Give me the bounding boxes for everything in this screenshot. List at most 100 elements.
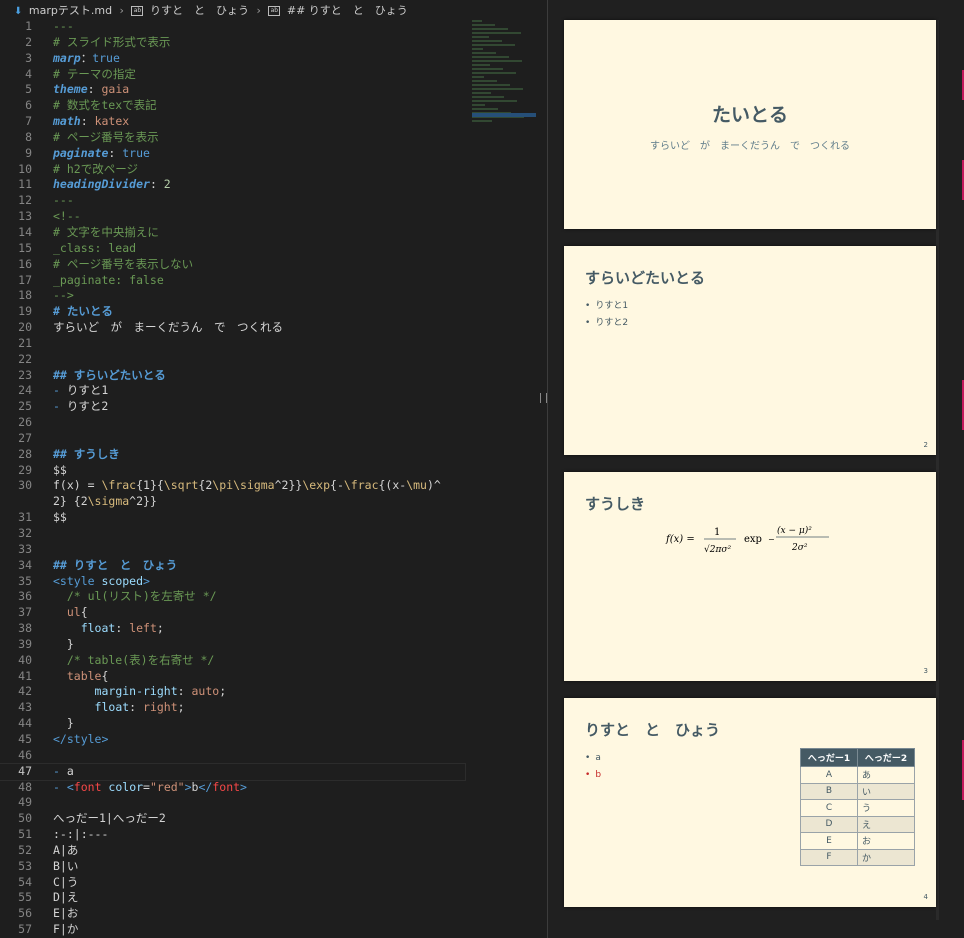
code-line[interactable]: 33	[0, 542, 465, 558]
code-line[interactable]: 23 ## すらいどたいとる	[0, 368, 465, 384]
line-text[interactable]: <style scoped>	[53, 574, 150, 590]
line-text[interactable]: ul{	[53, 605, 88, 621]
line-text[interactable]: -->	[53, 288, 74, 304]
line-text[interactable]: - a	[53, 764, 74, 780]
code-line[interactable]: 48 - <font color="red">b</font>	[0, 780, 465, 796]
code-line[interactable]: 39 }	[0, 637, 465, 653]
code-line[interactable]: 44 }	[0, 716, 465, 732]
code-line[interactable]: 9 paginate: true	[0, 146, 465, 162]
line-text[interactable]: paginate: true	[53, 146, 150, 162]
code-line[interactable]: 52 A|あ	[0, 843, 465, 859]
line-text[interactable]: へっだー1|へっだー2	[53, 811, 166, 827]
slide-3[interactable]: すうしき f(x) = 1 √2πσ² exp − (x − μ)² 2σ² 3	[564, 472, 936, 681]
minimap-slider[interactable]	[472, 113, 536, 117]
code-line[interactable]: 26	[0, 415, 465, 431]
minimap[interactable]	[472, 20, 536, 140]
line-text[interactable]: D|え	[53, 890, 78, 906]
line-text[interactable]: :-:|:---	[53, 827, 108, 843]
code-line[interactable]: 47 - a	[0, 762, 466, 781]
code-line[interactable]: 5 theme: gaia	[0, 82, 465, 98]
line-text[interactable]: # h2で改ページ	[53, 162, 138, 178]
code-line[interactable]: 3 marp：true	[0, 51, 465, 67]
code-line[interactable]: 43 float: right;	[0, 700, 465, 716]
line-text[interactable]: C|う	[53, 875, 78, 891]
code-line[interactable]: 49	[0, 795, 465, 811]
line-text[interactable]: /* table(表)を右寄せ */	[53, 653, 215, 669]
line-text[interactable]: math: katex	[53, 114, 129, 130]
code-line[interactable]: 34 ## りすと と ひょう	[0, 558, 465, 574]
code-line[interactable]: 40 /* table(表)を右寄せ */	[0, 653, 465, 669]
code-line[interactable]: 50 へっだー1|へっだー2	[0, 811, 465, 827]
line-text[interactable]: float: left;	[53, 621, 164, 637]
code-line[interactable]: 1 ---	[0, 19, 465, 35]
line-text[interactable]: table{	[53, 669, 109, 685]
code-line[interactable]: 13 <!--	[0, 209, 465, 225]
code-line[interactable]: 32	[0, 526, 465, 542]
code-line[interactable]: 42 margin-right: auto;	[0, 684, 465, 700]
code-line[interactable]: 2 # スライド形式で表示	[0, 35, 465, 51]
marp-preview[interactable]: たいとる すらいど が まーくだうん で つくれる すらいどたいとる りすと1 …	[548, 0, 964, 938]
line-text[interactable]: margin-right: auto;	[53, 684, 227, 700]
split-handle[interactable]	[540, 393, 547, 403]
code-line[interactable]: 27	[0, 431, 465, 447]
line-text[interactable]: - りすと1	[53, 383, 108, 399]
code-line[interactable]: 7 math: katex	[0, 114, 465, 130]
code-line[interactable]: 55 D|え	[0, 890, 465, 906]
line-text[interactable]: /* ul(リスト)を左寄せ */	[53, 589, 217, 605]
line-text[interactable]: # ページ番号を表示	[53, 130, 159, 146]
code-line[interactable]: 46	[0, 748, 465, 764]
line-text[interactable]: F|か	[53, 922, 78, 938]
line-text[interactable]: <!--	[53, 209, 81, 225]
line-text[interactable]: # たいとる	[53, 304, 113, 320]
code-line[interactable]: 24 - りすと1	[0, 383, 465, 399]
line-text[interactable]: f(x) = \frac{1}{\sqrt{2\pi\sigma^2}}\exp…	[53, 478, 453, 510]
code-line[interactable]: 57 F|か	[0, 922, 465, 938]
line-text[interactable]: E|お	[53, 906, 78, 922]
slide-2[interactable]: すらいどたいとる りすと1 りすと2 2	[564, 246, 936, 455]
code-line[interactable]: 6 # 数式をtexで表記	[0, 98, 465, 114]
code-line[interactable]: 19 # たいとる	[0, 304, 465, 320]
line-text[interactable]: marp：true	[53, 51, 120, 67]
line-text[interactable]: theme: gaia	[53, 82, 129, 98]
code-line[interactable]: 11 headingDivider: 2	[0, 177, 465, 193]
line-text[interactable]: </style>	[53, 732, 108, 748]
code-line[interactable]: 30 f(x) = \frac{1}{\sqrt{2\pi\sigma^2}}\e…	[0, 478, 465, 510]
markdown-editor[interactable]: ⬇ marpテスト.md › ab りすと と ひょう › ab ## りすと …	[0, 0, 547, 938]
code-area[interactable]: 1 --- 2 # スライド形式で表示 3 marp：true 4 # テーマの指定 5 them…	[0, 19, 466, 938]
line-text[interactable]: }	[53, 716, 74, 732]
code-line[interactable]: 45 </style>	[0, 732, 465, 748]
code-line[interactable]: 25 - りすと2	[0, 399, 465, 415]
line-text[interactable]: ## すらいどたいとる	[53, 368, 166, 384]
code-line[interactable]: 21	[0, 336, 465, 352]
line-text[interactable]: headingDivider: 2	[53, 177, 171, 193]
line-text[interactable]: float: right;	[53, 700, 185, 716]
line-text[interactable]: ---	[53, 19, 74, 35]
line-text[interactable]: ## すうしき	[53, 447, 120, 463]
slide-4[interactable]: りすと と ひょう a b へっだー1 へっだー2 AあBいCうDえEおFか 4	[564, 698, 936, 907]
line-text[interactable]: # 文字を中央揃えに	[53, 225, 159, 241]
code-line[interactable]: 41 table{	[0, 669, 465, 685]
line-text[interactable]: }	[53, 637, 74, 653]
code-line[interactable]: 53 B|い	[0, 859, 465, 875]
code-line[interactable]: 14 # 文字を中央揃えに	[0, 225, 465, 241]
code-line[interactable]: 18 -->	[0, 288, 465, 304]
line-text[interactable]: すらいど が まーくだうん で つくれる	[53, 320, 283, 336]
code-line[interactable]: 22	[0, 352, 465, 368]
slide-1[interactable]: たいとる すらいど が まーくだうん で つくれる	[564, 20, 936, 229]
code-line[interactable]: 36 /* ul(リスト)を左寄せ */	[0, 589, 465, 605]
line-text[interactable]: - <font color="red">b</font>	[53, 780, 247, 796]
line-text[interactable]: # 数式をtexで表記	[53, 98, 157, 114]
code-line[interactable]: 16 # ページ番号を表示しない	[0, 257, 465, 273]
code-line[interactable]: 4 # テーマの指定	[0, 67, 465, 83]
code-line[interactable]: 10 # h2で改ページ	[0, 162, 465, 178]
line-text[interactable]: _class: lead	[53, 241, 136, 257]
code-line[interactable]: 20 すらいど が まーくだうん で つくれる	[0, 320, 465, 336]
line-text[interactable]: B|い	[53, 859, 78, 875]
line-text[interactable]: _paginate: false	[53, 273, 164, 289]
code-line[interactable]: 37 ul{	[0, 605, 465, 621]
line-text[interactable]: - りすと2	[53, 399, 108, 415]
code-line[interactable]: 31 $$	[0, 510, 465, 526]
code-line[interactable]: 12 ---	[0, 193, 465, 209]
line-text[interactable]: ---	[53, 193, 74, 209]
code-line[interactable]: 56 E|お	[0, 906, 465, 922]
